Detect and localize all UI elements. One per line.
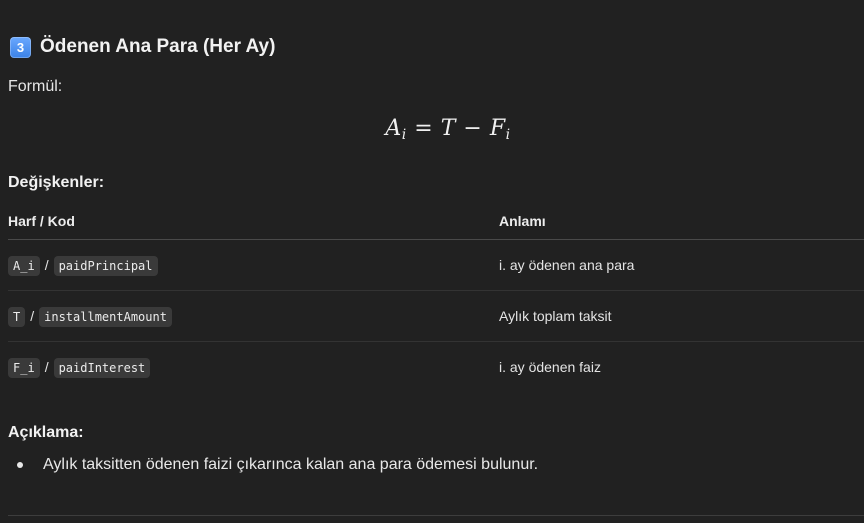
letter-code: A_i: [8, 256, 40, 276]
formula-term2-sub: i: [505, 127, 511, 143]
bullet-icon: [17, 462, 23, 468]
meaning-cell: Aylık toplam taksit: [499, 290, 864, 342]
code-cell: F_i / paidInterest: [8, 342, 499, 393]
separator: /: [44, 359, 49, 375]
code-cell: T / installmentAmount: [8, 290, 499, 342]
section-heading: 3 Ödenen Ana Para (Her Ay): [10, 36, 275, 58]
formula-minus: −: [463, 116, 483, 141]
letter-code: F_i: [8, 358, 40, 378]
list-item: Aylık taksitten ödenen faizi çıkarınca k…: [8, 456, 538, 474]
variables-heading: Değişkenler:: [8, 174, 105, 191]
variables-table: Harf / Kod Anlamı A_i / paidPrincipal i. a…: [8, 202, 864, 392]
table-row: F_i / paidInterest i. ay ödenen faiz: [8, 342, 864, 393]
table-row: T / installmentAmount Aylık toplam taksit: [8, 290, 864, 342]
column-header-meaning: Anlamı: [499, 202, 864, 240]
formula-term2: F: [489, 116, 506, 141]
explanation-list: Aylık taksitten ödenen faizi çıkarınca k…: [8, 456, 538, 474]
divider: [8, 515, 864, 516]
column-header-code: Harf / Kod: [8, 202, 499, 240]
formula-label: Formül:: [8, 78, 63, 95]
table-header-row: Harf / Kod Anlamı: [8, 202, 864, 240]
separator: /: [30, 308, 35, 324]
meaning-cell: i. ay ödenen ana para: [499, 239, 864, 291]
table-row: A_i / paidPrincipal i. ay ödenen ana para: [8, 239, 864, 291]
separator: /: [44, 257, 49, 273]
meaning-cell: i. ay ödenen faiz: [499, 359, 601, 375]
variable-code: paidPrincipal: [53, 256, 158, 276]
formula-lhs-sub: i: [401, 127, 407, 143]
keycap-3-icon: 3: [10, 36, 31, 58]
formula: Ai = T − Fi: [8, 116, 864, 143]
list-item-text: Aylık taksitten ödenen faizi çıkarınca k…: [43, 456, 539, 473]
section-title: Ödenen Ana Para (Her Ay): [40, 36, 276, 57]
variable-code: paidInterest: [53, 358, 151, 378]
code-cell: A_i / paidPrincipal: [8, 239, 499, 291]
variable-code: installmentAmount: [39, 307, 172, 327]
letter-code: T: [8, 307, 26, 327]
formula-term1: T: [440, 116, 456, 141]
explanation-heading: Açıklama:: [8, 424, 84, 441]
formula-equals: =: [414, 116, 434, 141]
formula-lhs: A: [385, 116, 402, 141]
